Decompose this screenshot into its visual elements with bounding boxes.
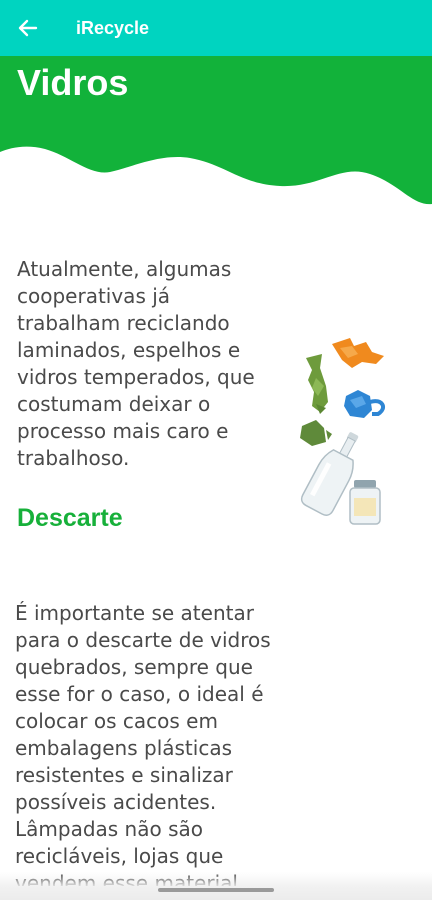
navigation-bar-background — [0, 872, 432, 900]
back-button[interactable] — [0, 0, 56, 56]
intro-paragraph: Atualmente, algumas cooperativas já trab… — [17, 257, 255, 470]
broken-glass-illustration — [292, 334, 402, 530]
app-title: iRecycle — [76, 17, 150, 38]
page-title: Vidros — [17, 62, 129, 103]
content-area: Vidros Atualmente, algumas cooperativas … — [0, 0, 432, 886]
hero-banner: Vidros — [0, 56, 432, 216]
discard-paragraph: É importante se atentar para o descarte … — [15, 601, 271, 886]
home-indicator[interactable] — [158, 888, 274, 892]
arrow-left-icon — [18, 19, 38, 37]
app-bar: iRecycle — [0, 0, 432, 56]
section-title-descarte: Descarte — [17, 504, 123, 532]
